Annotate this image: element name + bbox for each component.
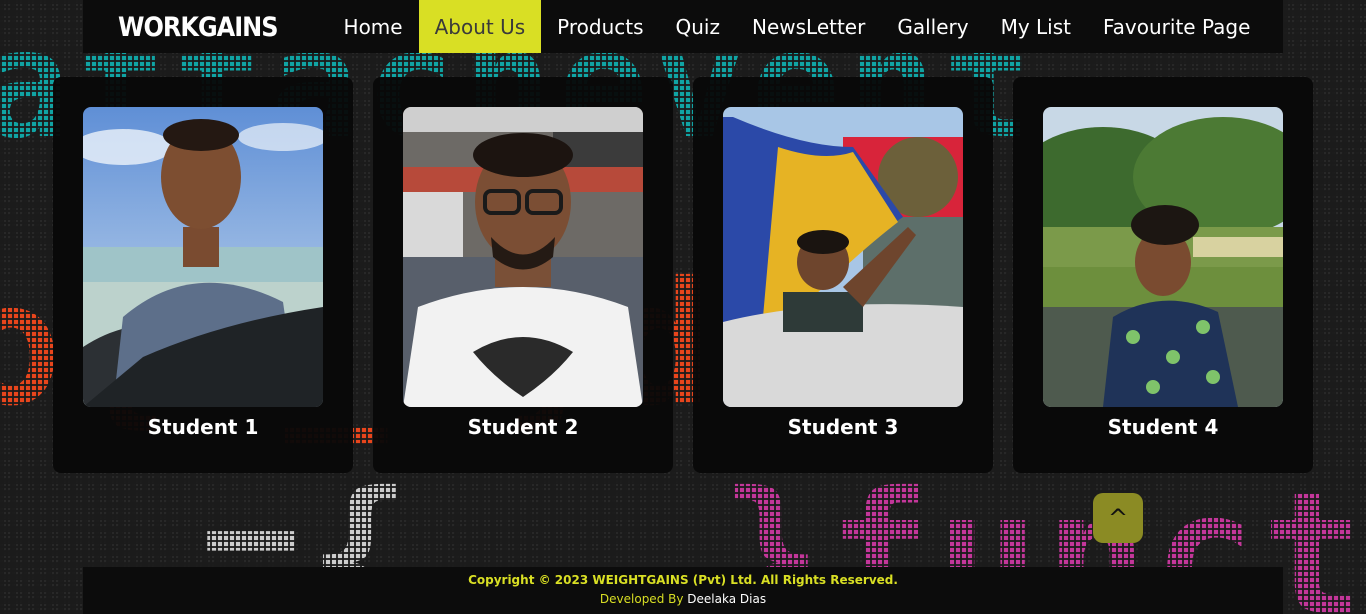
student-name: Student 3 xyxy=(787,415,899,439)
navbar: WORKGAINS Home About Us Products Quiz Ne… xyxy=(83,0,1283,53)
student-cards: Student 1 Student 2 Student 3 Student 4 xyxy=(53,77,1313,473)
chevron-up-icon: ^ xyxy=(1107,504,1129,532)
nav-gallery[interactable]: Gallery xyxy=(881,0,984,53)
nav-links: Home About Us Products Quiz NewsLetter G… xyxy=(328,0,1267,53)
nav-favourite-page[interactable]: Favourite Page xyxy=(1087,0,1266,53)
back-to-top-button[interactable]: ^ xyxy=(1093,493,1143,543)
student-card: Student 1 xyxy=(53,77,353,473)
student-photo xyxy=(1043,107,1283,407)
nav-quiz[interactable]: Quiz xyxy=(660,0,736,53)
developer-credit: Developed By Deelaka Dias xyxy=(83,592,1283,606)
student-name: Student 4 xyxy=(1107,415,1219,439)
student-card: Student 3 xyxy=(693,77,993,473)
student-photo xyxy=(723,107,963,407)
nav-products[interactable]: Products xyxy=(541,0,659,53)
student-card: Student 2 xyxy=(373,77,673,473)
copyright-text: Copyright © 2023 WEIGHTGAINS (Pvt) Ltd. … xyxy=(468,573,898,587)
nav-home[interactable]: Home xyxy=(328,0,419,53)
student-photo xyxy=(83,107,323,407)
nav-my-list[interactable]: My List xyxy=(985,0,1087,53)
developed-by-label: Developed By xyxy=(599,592,684,606)
nav-newsletter[interactable]: NewsLetter xyxy=(736,0,881,53)
student-card: Student 4 xyxy=(1013,77,1313,473)
student-photo xyxy=(403,107,643,407)
developer-name: Deelaka Dias xyxy=(687,592,767,606)
student-name: Student 2 xyxy=(467,415,579,439)
site-logo[interactable]: WORKGAINS xyxy=(118,11,279,42)
nav-about-us[interactable]: About Us xyxy=(418,0,542,53)
student-name: Student 1 xyxy=(147,415,259,439)
footer: Copyright © 2023 WEIGHTGAINS (Pvt) Ltd. … xyxy=(83,567,1283,614)
